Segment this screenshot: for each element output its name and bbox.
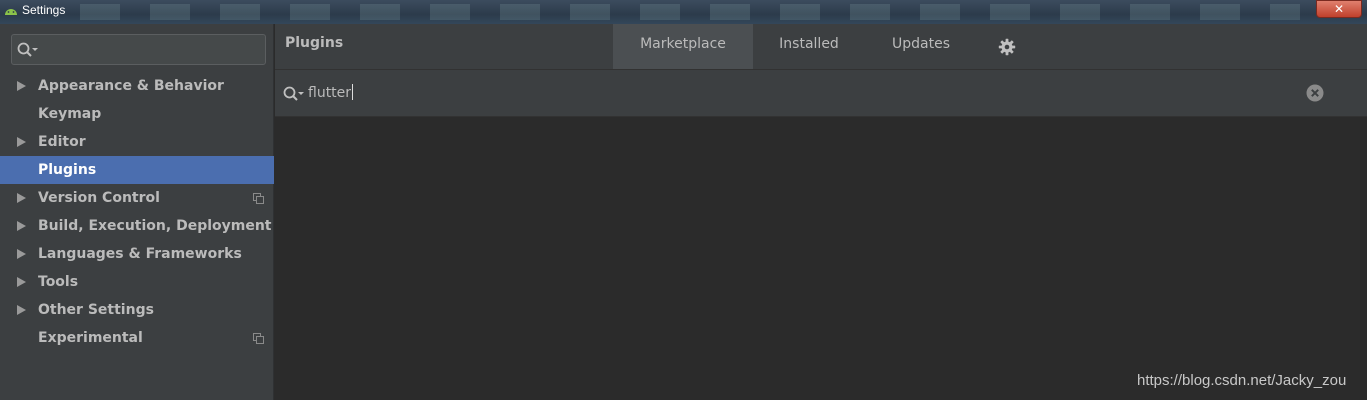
sidebar-item-label: Other Settings — [38, 302, 154, 318]
plugins-panel: Plugins Marketplace Installed Updates fl… — [275, 24, 1367, 400]
sidebar-item-label: Keymap — [38, 106, 102, 122]
window-title: Settings — [22, 3, 66, 17]
sidebar-item-label: Appearance & Behavior — [38, 78, 224, 94]
sidebar-item-experimental[interactable]: Experimental — [0, 324, 274, 352]
search-query-text: flutter — [308, 85, 352, 101]
sidebar-item-label: Plugins — [38, 162, 97, 178]
tab-installed[interactable]: Installed — [753, 24, 865, 69]
clear-search-icon[interactable] — [1306, 84, 1324, 102]
window-titlebar: Settings ✕ — [0, 0, 1367, 24]
android-studio-icon — [5, 9, 17, 15]
blurred-background — [80, 4, 1300, 20]
expand-arrow-icon[interactable] — [17, 137, 26, 147]
page-title: Plugins — [285, 35, 344, 51]
settings-sidebar: Appearance & Behavior Keymap Editor Plugins… — [0, 24, 274, 400]
sidebar-item-label: Languages & Frameworks — [38, 246, 242, 262]
sidebar-item-label: Editor — [38, 134, 86, 150]
sidebar-item-other-settings[interactable]: Other Settings — [0, 296, 274, 324]
expand-arrow-icon[interactable] — [17, 305, 26, 315]
tab-marketplace[interactable]: Marketplace — [613, 24, 753, 69]
sidebar-item-appearance-behavior[interactable]: Appearance & Behavior — [0, 72, 274, 100]
expand-arrow-icon[interactable] — [17, 277, 26, 287]
expand-arrow-icon[interactable] — [17, 193, 26, 203]
gear-icon[interactable] — [998, 38, 1016, 56]
search-icon — [17, 42, 38, 57]
expand-arrow-icon[interactable] — [17, 221, 26, 231]
sidebar-item-editor[interactable]: Editor — [0, 128, 274, 156]
tab-updates[interactable]: Updates — [865, 24, 977, 69]
sidebar-item-label: Tools — [38, 274, 79, 290]
expand-arrow-icon[interactable] — [17, 249, 26, 259]
sidebar-item-version-control[interactable]: Version Control — [0, 184, 274, 212]
sidebar-item-label: Build, Execution, Deployment — [38, 218, 272, 234]
sidebar-search-input[interactable] — [11, 34, 266, 65]
sidebar-item-build-execution-deployment[interactable]: Build, Execution, Deployment — [0, 212, 274, 240]
watermark: https://blog.csdn.net/Jacky_zou — [1137, 372, 1347, 389]
window-close-button[interactable]: ✕ — [1316, 0, 1362, 18]
search-query: flutter — [308, 84, 354, 101]
sidebar-item-label: Version Control — [38, 190, 160, 206]
project-level-icon — [253, 193, 264, 204]
plugin-search-input[interactable]: flutter — [275, 70, 1367, 117]
text-caret — [352, 84, 354, 100]
plugins-header: Plugins Marketplace Installed Updates — [275, 24, 1367, 70]
sidebar-item-languages-frameworks[interactable]: Languages & Frameworks — [0, 240, 274, 268]
sidebar-item-plugins[interactable]: Plugins — [0, 156, 274, 184]
search-icon — [283, 86, 304, 101]
project-level-icon — [253, 333, 264, 344]
sidebar-item-tools[interactable]: Tools — [0, 268, 274, 296]
sidebar-item-label: Experimental — [38, 330, 143, 346]
sidebar-item-keymap[interactable]: Keymap — [0, 100, 274, 128]
expand-arrow-icon[interactable] — [17, 81, 26, 91]
